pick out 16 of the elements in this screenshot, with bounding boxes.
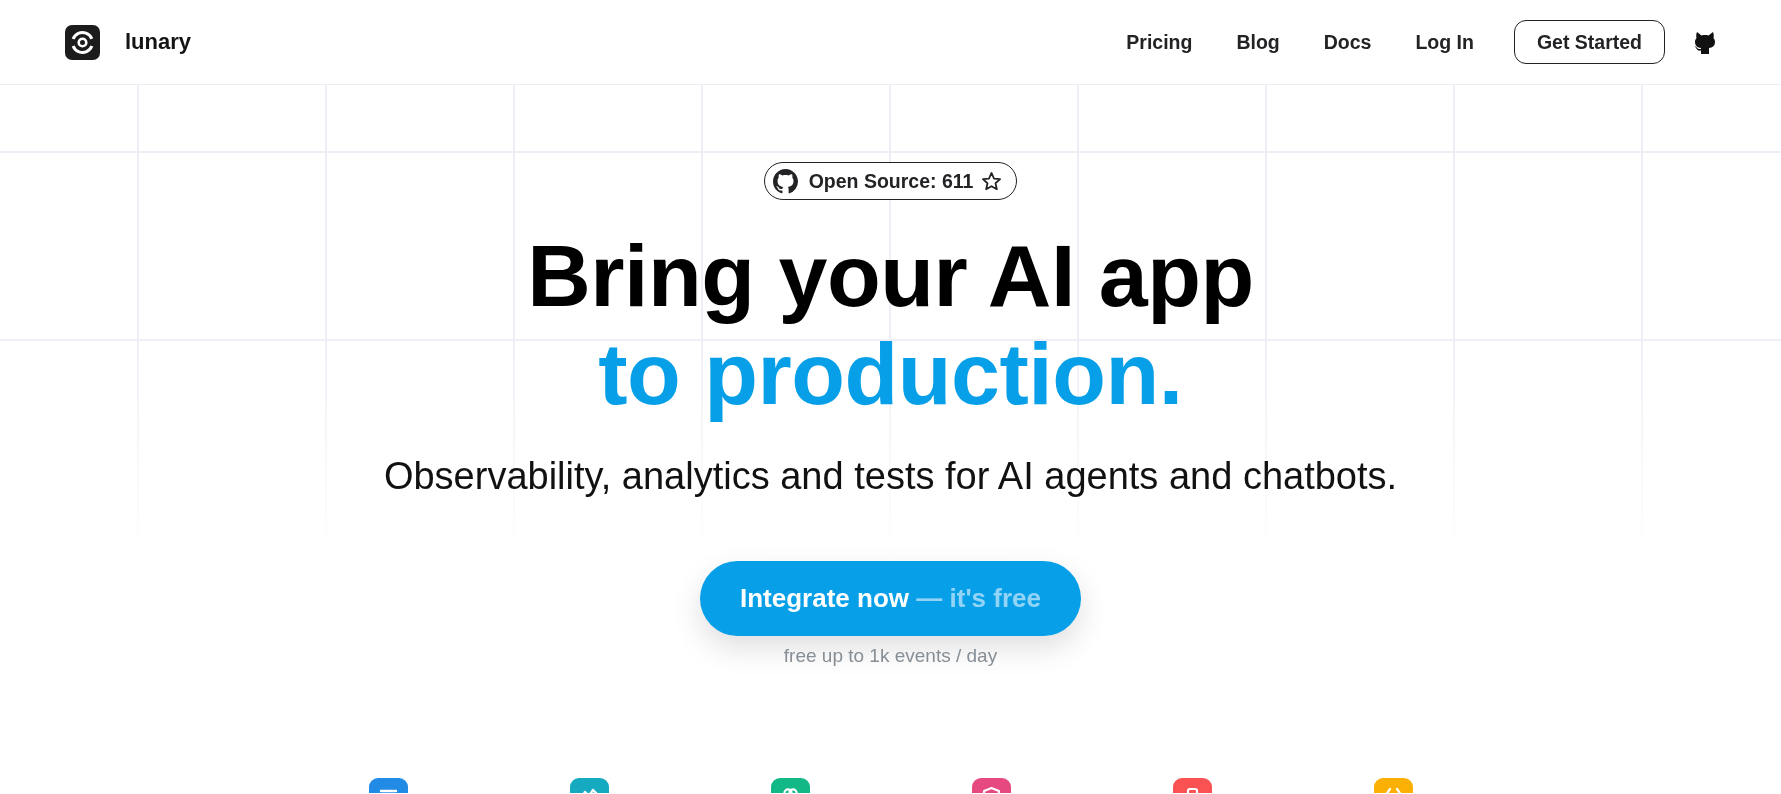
get-started-button[interactable]: Get Started — [1513, 20, 1665, 64]
badge-label: Open Source: 611 — [808, 169, 974, 193]
cat-silhouette-icon[interactable] — [1694, 30, 1716, 54]
nav-link[interactable]: Log In — [1415, 30, 1474, 54]
nav-link[interactable]: Pricing — [1126, 30, 1193, 54]
headline-highlight: to production. — [597, 325, 1184, 423]
brand-name[interactable]: lunary — [125, 29, 192, 55]
open-source-badge[interactable]: Open Source: 611 — [763, 162, 1018, 200]
subtitle: Observability, analytics and tests for AI agents and chatbots. — [383, 454, 1398, 499]
star-icon — [981, 170, 1003, 192]
nav-link[interactable]: Blog — [1236, 30, 1280, 54]
pricing-note: free up to 1k events / day — [783, 644, 998, 668]
logo-icon[interactable] — [65, 24, 100, 60]
github-icon — [772, 168, 798, 194]
headline: Bring your AI app — [527, 227, 1254, 325]
nav-link[interactable]: Docs — [1323, 30, 1372, 54]
